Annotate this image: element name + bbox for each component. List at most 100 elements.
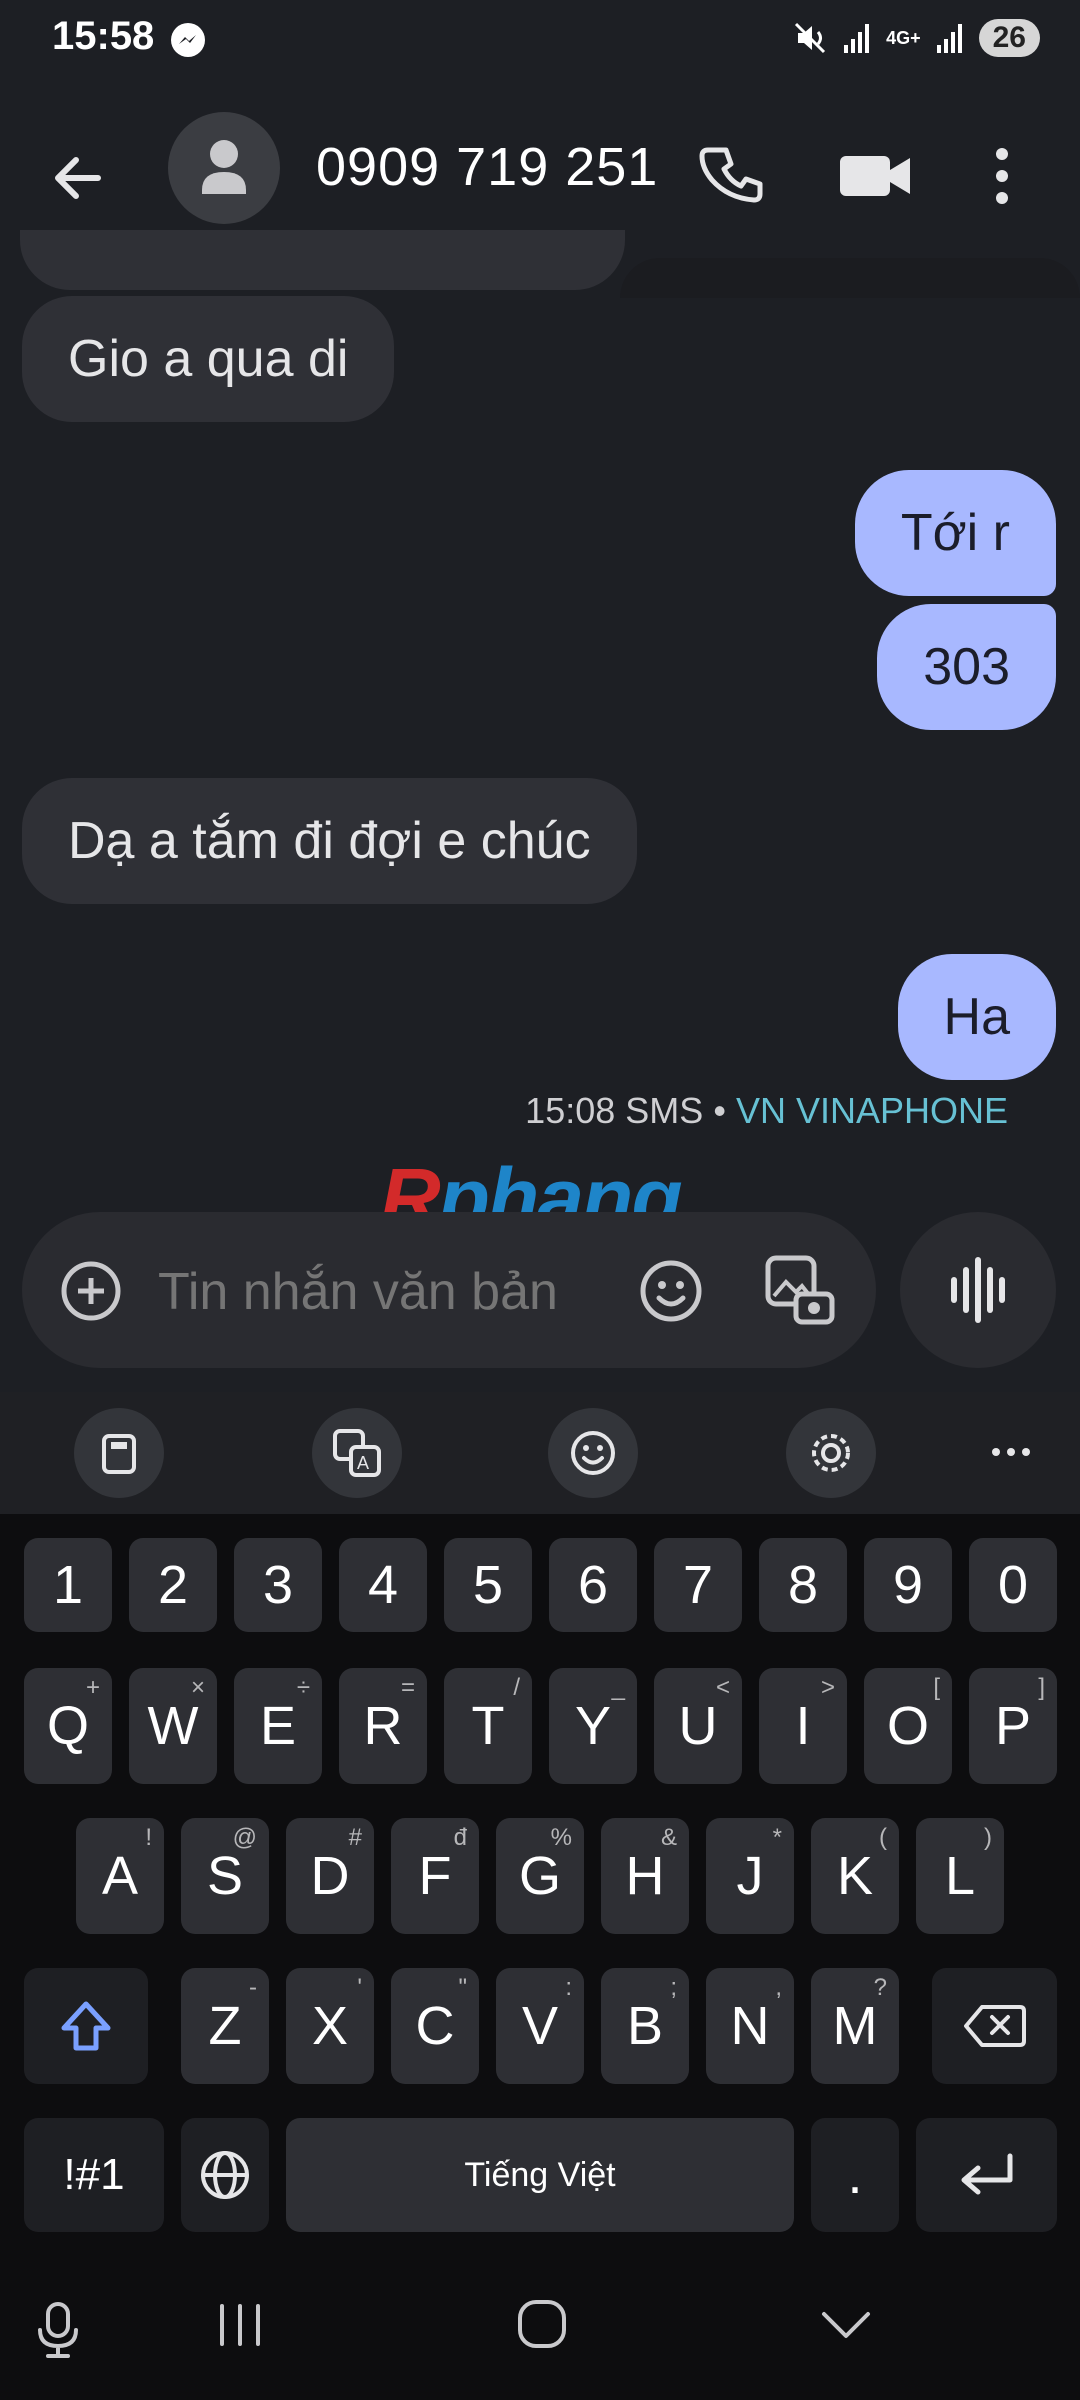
enter-key[interactable] bbox=[916, 2118, 1057, 2232]
key-3[interactable]: 3 bbox=[234, 1538, 322, 1632]
key-r[interactable]: = R bbox=[339, 1668, 427, 1784]
keyboard-toolbar: A bbox=[0, 1392, 1080, 1514]
message-incoming[interactable]: Gio a qua di bbox=[22, 296, 395, 422]
key-e[interactable]: ÷ E bbox=[234, 1668, 322, 1784]
messenger-icon bbox=[171, 23, 205, 57]
shift-key[interactable] bbox=[24, 1968, 148, 2084]
key-v[interactable]: :V bbox=[496, 1968, 584, 2084]
enter-arrow-icon bbox=[961, 2153, 1012, 2195]
language-key[interactable] bbox=[181, 2118, 269, 2232]
mute-icon bbox=[795, 22, 826, 54]
message-outgoing[interactable]: Ha bbox=[897, 954, 1056, 1080]
keyboard: 1 2 3 4 5 6 7 8 9 0 + Q × W ÷ E = R / T _ Y < U… bbox=[0, 1514, 1080, 2244]
symbols-key[interactable]: !#1 bbox=[24, 2118, 164, 2232]
message-incoming[interactable]: Dạ a tắm đi đợi e chúc bbox=[22, 778, 637, 904]
key-x[interactable]: ' X bbox=[286, 1968, 374, 2084]
emoji-icon[interactable] bbox=[636, 1256, 706, 1326]
key-5[interactable]: 5 bbox=[444, 1538, 532, 1632]
contact-avatar[interactable] bbox=[168, 112, 280, 224]
key-w[interactable]: × W bbox=[129, 1668, 217, 1784]
space-key[interactable]: Tiếng Việt bbox=[286, 2118, 794, 2232]
key-m[interactable]: ? M bbox=[811, 1968, 899, 2084]
key-f[interactable]: đF bbox=[391, 1818, 479, 1934]
battery-indicator: 26 bbox=[978, 19, 1040, 57]
key-a[interactable]: ! A bbox=[76, 1818, 164, 1934]
keyboard-emoji-button[interactable] bbox=[548, 1408, 638, 1498]
key-i[interactable]: > I bbox=[759, 1668, 847, 1784]
sim-label: VN VINAPHONE bbox=[735, 1090, 1008, 1131]
key-j[interactable]: * J bbox=[706, 1818, 794, 1934]
key-9[interactable]: 9 bbox=[864, 1538, 952, 1632]
person-icon bbox=[202, 140, 246, 194]
message-text: 303 bbox=[923, 638, 1010, 696]
network-type-label: 4G+ bbox=[886, 27, 921, 48]
message-text: Gio a qua di bbox=[68, 330, 349, 388]
gallery-icon[interactable] bbox=[762, 1252, 838, 1328]
meta-separator: • bbox=[713, 1090, 726, 1131]
home-icon[interactable] bbox=[512, 2294, 572, 2354]
key-p[interactable]: ] P bbox=[969, 1668, 1057, 1784]
microphone-icon[interactable] bbox=[30, 2300, 86, 2360]
more-horizontal-icon[interactable] bbox=[986, 1432, 1036, 1472]
status-icons: 4G+ 26 bbox=[792, 16, 1040, 60]
key-4[interactable]: 4 bbox=[339, 1538, 427, 1632]
message-bubble-fragment bbox=[20, 230, 625, 290]
hide-keyboard-icon[interactable] bbox=[816, 2302, 876, 2348]
key-s[interactable]: @ S bbox=[181, 1818, 269, 1934]
gear-icon bbox=[812, 1434, 850, 1472]
message-text: Dạ a tắm đi đợi e chúc bbox=[68, 812, 591, 870]
key-u[interactable]: < U bbox=[654, 1668, 742, 1784]
key-k[interactable]: (K bbox=[811, 1818, 899, 1934]
signal-icon-2 bbox=[936, 24, 962, 53]
keyboard-settings-button[interactable] bbox=[786, 1408, 876, 1498]
navigation-bar bbox=[0, 2244, 1080, 2400]
clipboard-icon bbox=[102, 1434, 136, 1474]
key-l[interactable]: ) L bbox=[916, 1818, 1004, 1934]
key-y[interactable]: _ Y bbox=[549, 1668, 637, 1784]
key-n[interactable]: ,N bbox=[706, 1968, 794, 2084]
key-t[interactable]: / T bbox=[444, 1668, 532, 1784]
thread-edge bbox=[620, 258, 1080, 298]
key-g[interactable]: % G bbox=[496, 1818, 584, 1934]
message-timestamp: 15:08 SMS • VN VINAPHONE bbox=[525, 1090, 1008, 1132]
key-h[interactable]: & H bbox=[601, 1818, 689, 1934]
phone-icon[interactable] bbox=[694, 136, 774, 216]
key-8[interactable]: 8 bbox=[759, 1538, 847, 1632]
key-c[interactable]: " C bbox=[391, 1968, 479, 2084]
key-o[interactable]: [O bbox=[864, 1668, 952, 1784]
message-type: SMS bbox=[625, 1090, 704, 1131]
period-key[interactable]: . bbox=[811, 2118, 899, 2232]
contact-name[interactable]: 0909 719 251 bbox=[316, 136, 658, 198]
key-z[interactable]: -Z bbox=[181, 1968, 269, 2084]
message-outgoing[interactable]: 303 bbox=[877, 604, 1056, 730]
recent-apps-icon[interactable] bbox=[210, 2300, 270, 2350]
clipboard-button[interactable] bbox=[74, 1408, 164, 1498]
message-outgoing[interactable]: Tới r bbox=[854, 470, 1056, 596]
message-text: Ha bbox=[943, 988, 1010, 1046]
signal-icon bbox=[844, 24, 870, 53]
key-q[interactable]: + Q bbox=[24, 1668, 112, 1784]
back-arrow-icon[interactable] bbox=[40, 138, 120, 218]
key-6[interactable]: 6 bbox=[549, 1538, 637, 1632]
globe-icon bbox=[201, 2151, 249, 2199]
key-0[interactable]: 0 bbox=[969, 1538, 1057, 1632]
compose-bar bbox=[22, 1212, 876, 1368]
shift-arrow-icon bbox=[61, 2001, 111, 2051]
backspace-icon bbox=[963, 2005, 1026, 2047]
key-1[interactable]: 1 bbox=[24, 1538, 112, 1632]
translate-button[interactable]: A bbox=[312, 1408, 402, 1498]
voice-message-button[interactable] bbox=[900, 1212, 1056, 1368]
backspace-key[interactable] bbox=[932, 1968, 1057, 2084]
key-d[interactable]: # D bbox=[286, 1818, 374, 1934]
status-bar: 15:58 4G+ 26 bbox=[0, 0, 1080, 80]
key-2[interactable]: 2 bbox=[129, 1538, 217, 1632]
video-call-icon[interactable] bbox=[830, 136, 920, 216]
add-attachment-icon[interactable] bbox=[58, 1258, 124, 1324]
emoji-icon bbox=[571, 1431, 615, 1475]
message-input[interactable] bbox=[158, 1262, 598, 1322]
svg-text:A: A bbox=[357, 1453, 369, 1473]
more-options-icon[interactable] bbox=[962, 136, 1042, 216]
status-time: 15:58 bbox=[52, 14, 155, 58]
key-7[interactable]: 7 bbox=[654, 1538, 742, 1632]
key-b[interactable]: ; B bbox=[601, 1968, 689, 2084]
